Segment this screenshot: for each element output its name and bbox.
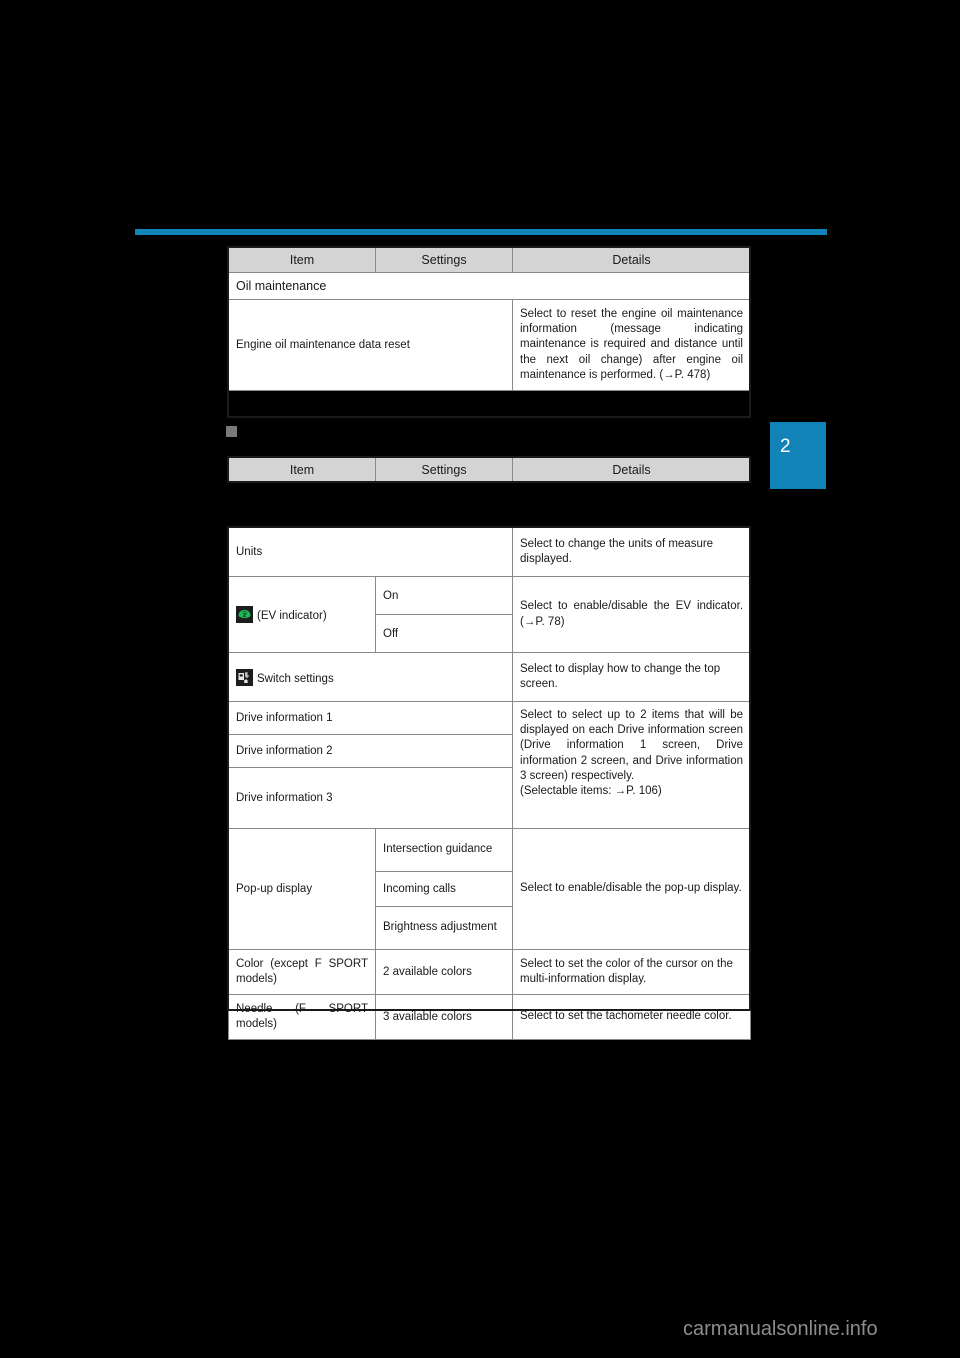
drive-details-sub: (Selectable items: →P. 106) — [520, 784, 662, 797]
table-row[interactable]: Units Select to change the units of meas… — [227, 527, 752, 577]
column-header-item: Item — [228, 457, 376, 483]
row-item-ev-indicator: (EV indicator) — [228, 576, 376, 653]
header-rule — [135, 229, 827, 235]
row-item-needle: Needle (F SPORT models) — [228, 994, 376, 1040]
ev-indicator-icon — [236, 606, 253, 623]
row-item-drive-information-2: Drive information 2 — [227, 734, 514, 768]
row-setting-ev-on[interactable]: On — [374, 576, 514, 615]
row-setting-color[interactable]: 2 available colors — [374, 949, 514, 995]
table-header-row: Item Settings Details — [228, 457, 751, 483]
manual-page: 2 Item Settings Details Oil maintenance … — [0, 0, 960, 1358]
row-setting-brightness-adjustment[interactable]: Brightness adjustment — [374, 906, 514, 950]
row-setting-needle[interactable]: 3 available colors — [374, 994, 514, 1040]
row-setting-intersection-guidance[interactable]: Intersection guidance — [374, 828, 514, 872]
row-item-popup-display: Pop-up display — [228, 828, 376, 950]
row-details-ev-indicator: Select to enable/disable the EV indicato… — [512, 576, 752, 653]
table-row[interactable]: Switch settings Select to display how to… — [227, 652, 752, 702]
table-row[interactable]: Drive information 1 Select to select up … — [227, 701, 752, 829]
table-header-row: Item Settings Details — [228, 247, 751, 273]
meter-settings-table: Units Select to change the units of meas… — [227, 527, 752, 1040]
table-row[interactable]: Color (except F SPORT models) 2 availabl… — [228, 949, 752, 995]
table-group-row: Oil maintenance — [228, 272, 751, 300]
row-setting-incoming-calls[interactable]: Incoming calls — [374, 871, 514, 907]
table-row[interactable]: Pop-up display Intersection guidance Sel… — [228, 828, 752, 950]
column-header-settings: Settings — [375, 247, 513, 273]
row-details-drive-information: Select to select up to 2 items that will… — [512, 701, 752, 829]
chapter-tab: 2 — [770, 422, 826, 489]
row-details-switch-settings: Select to display how to change the top … — [512, 652, 752, 702]
row-item-drive-information-1: Drive information 1 — [227, 701, 514, 735]
table-row[interactable]: Needle (F SPORT models) 3 available colo… — [228, 994, 752, 1040]
oil-maintenance-table: Item Settings Details Oil maintenance En… — [228, 247, 751, 391]
row-details-color: Select to set the color of the cursor on… — [512, 949, 752, 995]
column-header-details: Details — [512, 457, 751, 483]
watermark: carmanualsonline.info — [683, 1318, 878, 1340]
row-item-units: Units — [227, 527, 514, 577]
row-item-switch-settings: Switch settings — [227, 652, 514, 702]
column-header-item: Item — [228, 247, 376, 273]
row-details-engine-oil-reset: Select to reset the engine oil maintenan… — [512, 299, 751, 391]
group-label-oil-maintenance: Oil maintenance — [228, 272, 751, 300]
table-row[interactable]: (EV indicator) On Select to enable/disab… — [228, 576, 752, 653]
row-setting-ev-off[interactable]: Off — [374, 614, 514, 653]
drive-details-main: Select to select up to 2 items that will… — [520, 709, 744, 782]
row-item-color: Color (except F SPORT models) — [228, 949, 376, 995]
row-details-units: Select to change the units of measure di… — [512, 527, 752, 577]
column-header-details: Details — [512, 247, 751, 273]
row-item-ev-indicator-label: (EV indicator) — [257, 610, 327, 622]
switch-settings-icon — [236, 668, 253, 686]
table-row[interactable]: Engine oil maintenance data reset Select… — [228, 299, 751, 391]
row-details-needle: Select to set the tachometer needle colo… — [512, 994, 752, 1040]
section-bullet-icon — [226, 426, 237, 437]
row-details-popup-display: Select to enable/disable the pop-up disp… — [512, 828, 752, 950]
row-item-switch-settings-label: Switch settings — [257, 672, 334, 685]
row-item-drive-information-3: Drive information 3 — [227, 767, 514, 829]
row-item-engine-oil-reset: Engine oil maintenance data reset — [228, 299, 513, 391]
column-header-settings: Settings — [375, 457, 513, 483]
secondary-header-table: Item Settings Details — [228, 457, 751, 483]
